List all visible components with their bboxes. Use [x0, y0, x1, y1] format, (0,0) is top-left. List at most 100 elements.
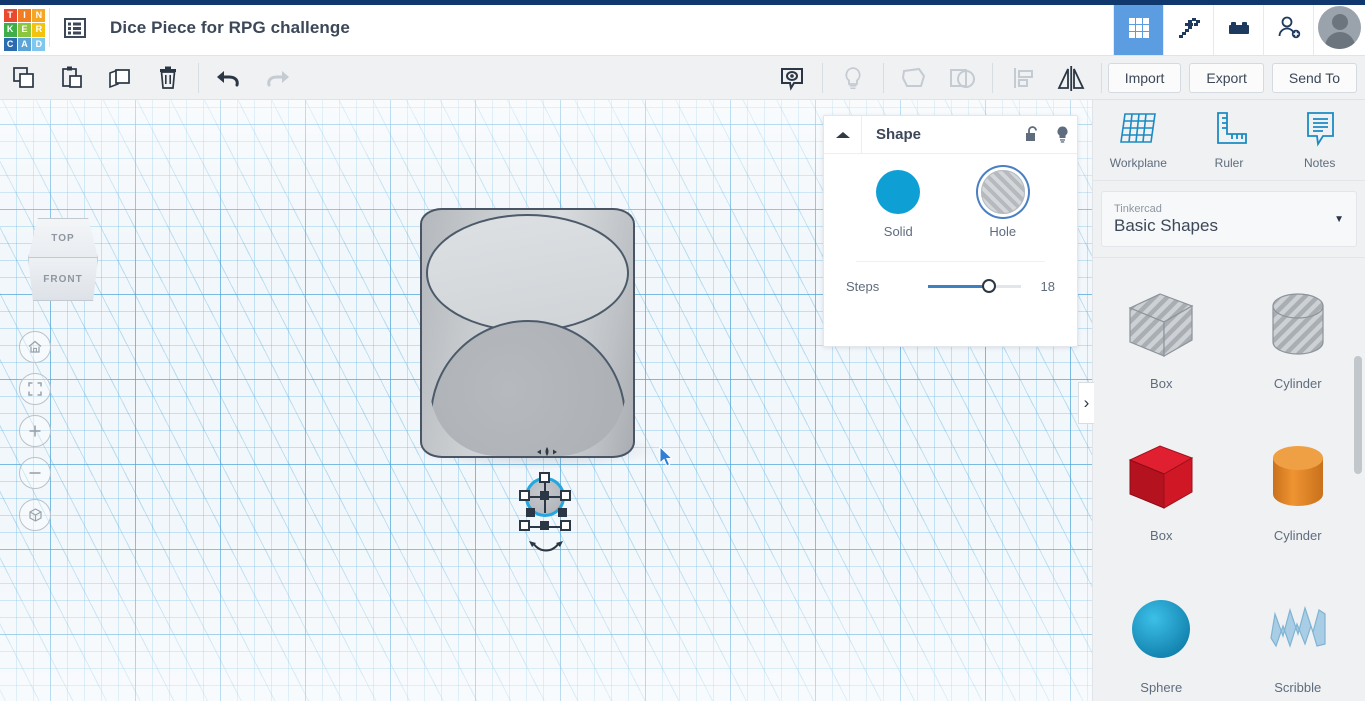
logo-tile-e: E	[17, 23, 32, 37]
view-cube-front-face[interactable]: FRONT	[28, 258, 98, 301]
send-to-button[interactable]: Send To	[1271, 62, 1357, 93]
lego-brick-icon[interactable]	[1213, 0, 1263, 55]
chevron-down-icon[interactable]: ▼	[1334, 214, 1344, 225]
hole-label: Hole	[989, 224, 1017, 239]
delete-trash-icon[interactable]	[144, 56, 192, 100]
logo-tile-t: T	[3, 9, 17, 23]
tinkercad-app: TINKERCAD Dice Piece for RPG challenge I…	[0, 0, 1365, 701]
workplane-label: Workplane	[1109, 156, 1167, 170]
solid-mode-option[interactable]: Solid	[876, 170, 921, 239]
shape-mode-swatches: Solid Hole	[846, 170, 1055, 239]
grid-apps-icon[interactable]	[1113, 0, 1163, 55]
topbar-actions	[1113, 0, 1365, 55]
perspective-toggle-button[interactable]	[19, 499, 51, 531]
steps-label: Steps	[846, 278, 880, 294]
view-cube[interactable]: TOP FRONT	[20, 218, 108, 303]
side-handle-left[interactable]	[526, 508, 535, 517]
steps-value: 18	[1040, 278, 1055, 294]
unlock-icon[interactable]	[1017, 125, 1047, 144]
divider	[991, 62, 993, 93]
export-button[interactable]: Export	[1189, 62, 1264, 93]
divider	[882, 62, 884, 93]
logo-tile-r: R	[32, 23, 46, 37]
undo-icon[interactable]	[205, 56, 253, 100]
notes-label: Notes	[1304, 156, 1336, 170]
collapse-panel-chevron-icon[interactable]: ›	[1078, 382, 1094, 424]
user-avatar[interactable]	[1313, 0, 1365, 55]
rotate-handle-icon[interactable]	[528, 540, 564, 561]
view-nav-buttons	[19, 331, 51, 541]
logo-tile-a: A	[17, 37, 32, 51]
shape-item-sphere-4[interactable]: Sphere	[1093, 570, 1230, 701]
scale-handle-bottom-left[interactable]	[519, 520, 530, 531]
ruler-tool[interactable]: Ruler	[1184, 108, 1275, 180]
slider-fill	[928, 285, 985, 288]
divider	[821, 62, 823, 93]
home-view-button[interactable]	[19, 331, 51, 363]
divider	[1100, 62, 1102, 93]
duplicate-icon[interactable]	[96, 56, 144, 100]
scrollbar-thumb[interactable]	[1354, 356, 1362, 474]
invite-person-icon[interactable]	[1263, 0, 1313, 55]
shape-item-cylinder-3[interactable]: Cylinder	[1230, 418, 1365, 570]
tinkercad-logo[interactable]: TIN KER CAD	[0, 0, 49, 56]
side-handle-right[interactable]	[558, 508, 567, 517]
fit-to-view-button[interactable]	[19, 373, 51, 405]
zoom-out-button[interactable]	[19, 457, 51, 489]
list-menu-icon[interactable]	[50, 0, 100, 55]
view-cube-top-face[interactable]: TOP	[28, 218, 98, 258]
shape-list-scrollbar[interactable]	[1354, 258, 1362, 701]
scale-handle-top[interactable]	[539, 472, 550, 483]
selected-object-handles[interactable]	[514, 472, 576, 557]
notes-tool[interactable]: Notes	[1274, 108, 1365, 180]
solid-label: Solid	[883, 224, 913, 239]
import-button[interactable]: Import	[1107, 62, 1182, 93]
copy-icon[interactable]	[0, 56, 48, 100]
collapse-triangle-icon[interactable]	[824, 115, 862, 154]
red-box-icon	[1120, 436, 1202, 518]
orange-cylinder-icon	[1257, 436, 1339, 518]
logo-tile-i: I	[17, 9, 32, 23]
scale-handle-right[interactable]	[560, 490, 571, 501]
scale-handle-left[interactable]	[519, 490, 530, 501]
hole-mode-option[interactable]: Hole	[980, 170, 1025, 239]
shape-item-label: Box	[1150, 528, 1173, 543]
scale-handle-bottom-right[interactable]	[560, 520, 571, 531]
steps-slider[interactable]	[928, 278, 1021, 294]
notes-icon	[1306, 112, 1334, 147]
object-pivot-handle[interactable]	[536, 445, 558, 464]
minecraft-pickaxe-icon[interactable]	[1163, 0, 1213, 55]
ungroup-icon	[938, 56, 986, 100]
shape-item-box-2[interactable]: Box	[1093, 418, 1230, 570]
slider-thumb[interactable]	[981, 279, 996, 293]
group-icon	[890, 56, 938, 100]
page-title[interactable]: Dice Piece for RPG challenge	[100, 0, 350, 55]
solid-color-swatch[interactable]	[876, 170, 921, 214]
shape-panel-body: Solid Hole Steps 18	[824, 154, 1077, 294]
ruler-label: Ruler	[1214, 156, 1244, 170]
hole-box-icon	[1120, 284, 1202, 366]
shape-item-label: Sphere	[1140, 680, 1183, 695]
note-comment-icon[interactable]	[768, 56, 816, 100]
zoom-in-button[interactable]	[19, 415, 51, 447]
mirror-icon[interactable]	[1047, 56, 1095, 100]
view-cube-top-label: TOP	[51, 232, 75, 244]
shape-item-scribble-5[interactable]: Scribble	[1230, 570, 1365, 701]
lightbulb-icon[interactable]	[1047, 125, 1077, 144]
logo-tile-k: K	[3, 23, 17, 37]
hole-pattern-swatch[interactable]	[980, 170, 1025, 214]
shape-item-box-0[interactable]: Box	[1093, 266, 1230, 418]
shape-item-cylinder-1[interactable]: Cylinder	[1230, 266, 1365, 418]
dice-model-3d[interactable]	[420, 208, 635, 458]
shape-library-dropdown[interactable]: Tinkercad Basic Shapes ▼	[1101, 191, 1357, 247]
workplane-tool[interactable]: Workplane	[1093, 108, 1184, 180]
hole-cylinder-icon	[1257, 284, 1339, 366]
shape-item-label: Cylinder	[1273, 528, 1322, 543]
paste-icon[interactable]	[48, 56, 96, 100]
view-cube-front-label: FRONT	[43, 273, 83, 285]
ruler-icon	[1217, 112, 1247, 144]
shape-item-label: Scribble	[1274, 680, 1322, 695]
center-handle[interactable]	[540, 491, 549, 500]
side-handle-bottom[interactable]	[540, 521, 549, 530]
